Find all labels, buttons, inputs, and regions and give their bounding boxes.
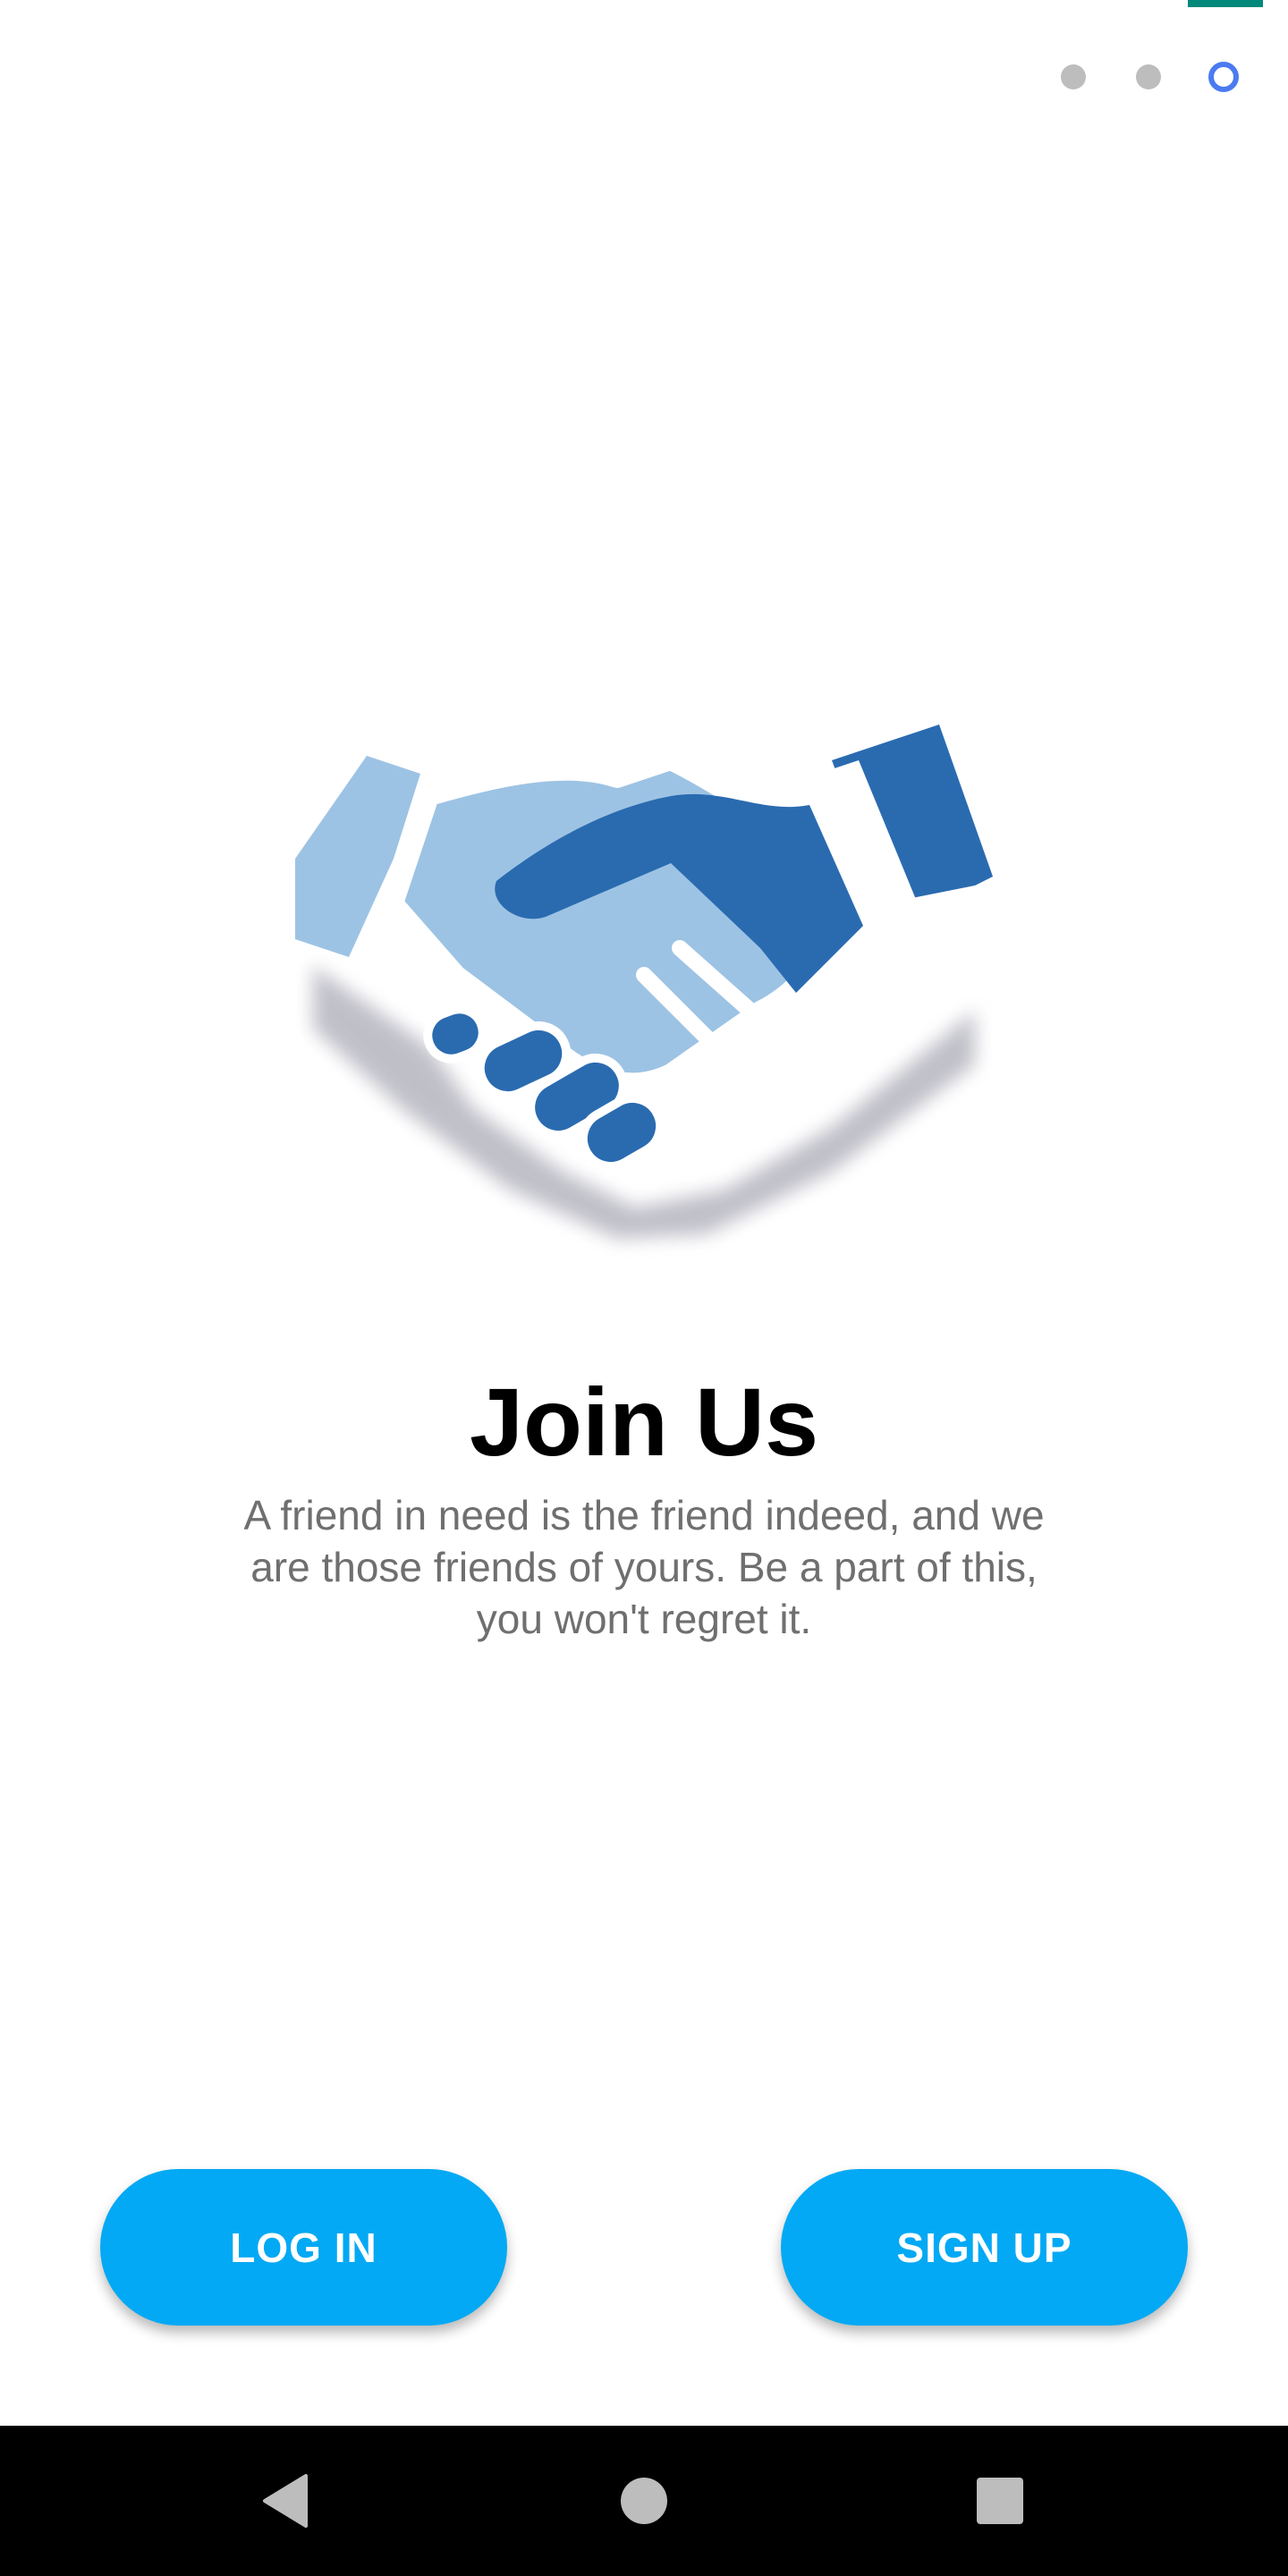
system-navigation-bar bbox=[0, 2426, 1288, 2576]
signup-button[interactable]: SIGN UP bbox=[781, 2169, 1188, 2326]
home-button[interactable] bbox=[572, 2426, 716, 2576]
back-triangle-icon bbox=[263, 2474, 308, 2528]
status-bar-accent bbox=[1188, 0, 1263, 7]
login-button[interactable]: LOG IN bbox=[100, 2169, 507, 2326]
page-indicator bbox=[1061, 61, 1240, 92]
page-description: A friend in need is the friend indeed, a… bbox=[243, 1492, 1045, 1642]
page-title: Join Us bbox=[469, 1368, 819, 1476]
page-dot-3-active[interactable] bbox=[1208, 62, 1239, 92]
page-dot-2[interactable] bbox=[1136, 64, 1161, 89]
handshake-icon bbox=[295, 724, 993, 1261]
recents-button[interactable] bbox=[928, 2426, 1072, 2576]
home-circle-icon bbox=[621, 2478, 667, 2524]
page-dot-1[interactable] bbox=[1061, 64, 1086, 89]
recents-square-icon bbox=[977, 2478, 1023, 2524]
back-button[interactable] bbox=[215, 2426, 358, 2576]
